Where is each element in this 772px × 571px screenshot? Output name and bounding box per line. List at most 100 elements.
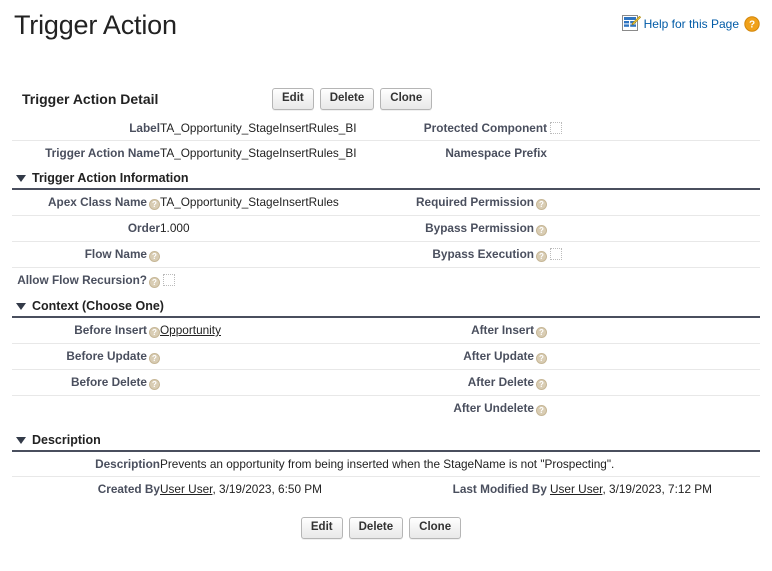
table-row: Allow Flow Recursion?? bbox=[12, 267, 760, 293]
field-value bbox=[547, 395, 760, 421]
table-row: After Undelete? bbox=[12, 395, 760, 421]
delete-button[interactable]: Delete bbox=[319, 88, 375, 110]
field-value bbox=[160, 395, 395, 421]
document-edit-icon bbox=[621, 14, 641, 33]
detail-bar-title: Trigger Action Detail bbox=[22, 91, 159, 107]
bottom-action-buttons: Edit Delete Clone bbox=[12, 517, 760, 539]
field-label: Bypass Permission? bbox=[395, 215, 547, 242]
field-value: TA_Opportunity_StageInsertRules bbox=[160, 195, 339, 209]
section-title: Trigger Action Information bbox=[32, 171, 189, 185]
help-bubble-icon[interactable]: ? bbox=[149, 379, 160, 390]
clone-button-bottom[interactable]: Clone bbox=[409, 517, 462, 539]
field-label: Flow Name? bbox=[12, 241, 160, 268]
svg-text:?: ? bbox=[749, 19, 755, 30]
field-label: Bypass Execution? bbox=[395, 241, 547, 268]
table-row: Before Insert? Opportunity After Insert? bbox=[12, 318, 760, 344]
field-label: Before Insert? bbox=[12, 318, 160, 344]
field-label: Before Delete? bbox=[12, 369, 160, 396]
question-mark-icon[interactable]: ? bbox=[744, 15, 760, 32]
help-bubble-icon[interactable]: ? bbox=[149, 353, 160, 364]
field-label: Allow Flow Recursion?? bbox=[12, 267, 160, 293]
field-value: 1.000 bbox=[160, 215, 395, 242]
help-bubble-icon[interactable]: ? bbox=[149, 251, 160, 262]
field-label: Created By bbox=[12, 476, 160, 501]
field-label: After Delete? bbox=[395, 369, 547, 396]
table-row: Flow Name? Bypass Execution? bbox=[12, 241, 760, 268]
help-for-this-page[interactable]: Help for this Page ? bbox=[621, 14, 760, 33]
help-bubble-icon[interactable]: ? bbox=[536, 225, 547, 236]
description-value: Prevents an opportunity from being inser… bbox=[160, 457, 615, 471]
field-label: Protected Component bbox=[423, 121, 547, 135]
trigger-action-information-table: Apex Class Name? TA_Opportunity_StageIns… bbox=[12, 190, 760, 293]
field-value bbox=[547, 215, 760, 242]
last-modified-timestamp: , 3/19/2023, 7:12 PM bbox=[602, 482, 712, 496]
field-value bbox=[160, 343, 395, 370]
chevron-down-icon[interactable] bbox=[16, 302, 26, 310]
edit-button[interactable]: Edit bbox=[272, 88, 314, 110]
field-label bbox=[395, 267, 547, 293]
help-bubble-icon[interactable]: ? bbox=[149, 199, 160, 210]
opportunity-link[interactable]: Opportunity bbox=[160, 323, 221, 337]
table-row: Before Update? After Update? bbox=[12, 343, 760, 370]
table-row: Trigger Action Name TA_Opportunity_Stage… bbox=[12, 140, 760, 165]
help-bubble-icon[interactable]: ? bbox=[536, 327, 547, 338]
table-row: Label TA_Opportunity_StageInsertRules_BI… bbox=[12, 116, 760, 141]
field-value bbox=[547, 267, 760, 293]
help-bubble-icon[interactable]: ? bbox=[536, 379, 547, 390]
created-by-timestamp: , 3/19/2023, 6:50 PM bbox=[212, 482, 322, 496]
field-label: Before Update? bbox=[12, 343, 160, 370]
field-label: After Update? bbox=[395, 343, 547, 370]
field-label: Last Modified By bbox=[395, 476, 547, 501]
field-value bbox=[160, 241, 395, 268]
section-description: Description Description Prevents an oppo… bbox=[12, 431, 760, 501]
last-modified-by-user-link[interactable]: User User bbox=[550, 482, 602, 496]
delete-button-bottom[interactable]: Delete bbox=[348, 517, 404, 539]
top-fields-table: Label TA_Opportunity_StageInsertRules_BI… bbox=[12, 116, 760, 165]
help-bubble-icon[interactable]: ? bbox=[149, 277, 160, 288]
help-for-this-page-link[interactable]: Help for this Page bbox=[644, 17, 739, 31]
section-header[interactable]: Trigger Action Information bbox=[12, 169, 760, 190]
protected-component-checkbox bbox=[550, 122, 562, 134]
field-value bbox=[547, 318, 760, 344]
created-by-user-link[interactable]: User User bbox=[160, 482, 212, 496]
field-value bbox=[547, 241, 760, 268]
field-value: TA_Opportunity_StageInsertRules_BI bbox=[160, 121, 357, 135]
field-value bbox=[547, 140, 760, 165]
table-row: Before Delete? After Delete? bbox=[12, 369, 760, 396]
field-value bbox=[160, 369, 395, 396]
help-bubble-icon[interactable]: ? bbox=[536, 405, 547, 416]
field-label: Label bbox=[129, 121, 160, 135]
help-bubble-icon[interactable]: ? bbox=[536, 199, 547, 210]
bypass-execution-checkbox bbox=[550, 248, 562, 260]
help-bubble-icon[interactable]: ? bbox=[536, 353, 547, 364]
field-label: Apex Class Name? bbox=[12, 190, 160, 216]
help-bubble-icon[interactable]: ? bbox=[536, 251, 547, 262]
page-header: Trigger Action Help for this Page ? bbox=[0, 0, 772, 58]
clone-button[interactable]: Clone bbox=[380, 88, 433, 110]
field-label bbox=[12, 395, 160, 421]
field-value bbox=[547, 369, 760, 396]
field-value bbox=[547, 190, 760, 216]
detail-action-buttons: Edit Delete Clone bbox=[272, 88, 433, 110]
section-trigger-action-information: Trigger Action Information Apex Class Na… bbox=[12, 169, 760, 293]
help-bubble-icon[interactable]: ? bbox=[149, 327, 160, 338]
section-title: Context (Choose One) bbox=[32, 299, 164, 313]
context-table: Before Insert? Opportunity After Insert?… bbox=[12, 318, 760, 421]
field-value bbox=[160, 267, 395, 293]
section-title: Description bbox=[32, 433, 101, 447]
edit-button-bottom[interactable]: Edit bbox=[300, 517, 343, 539]
description-table: Description Prevents an opportunity from… bbox=[12, 452, 760, 501]
allow-flow-recursion-checkbox bbox=[163, 274, 175, 286]
section-header[interactable]: Context (Choose One) bbox=[12, 297, 760, 318]
field-label: After Insert? bbox=[395, 318, 547, 344]
field-value bbox=[547, 343, 760, 370]
section-header[interactable]: Description bbox=[12, 431, 760, 452]
chevron-down-icon[interactable] bbox=[16, 436, 26, 444]
field-label: After Undelete? bbox=[395, 395, 547, 421]
field-label: Namespace Prefix bbox=[395, 140, 547, 165]
table-row: Order 1.000 Bypass Permission? bbox=[12, 215, 760, 242]
chevron-down-icon[interactable] bbox=[16, 174, 26, 182]
field-value bbox=[547, 116, 760, 141]
field-label: Order bbox=[12, 215, 160, 242]
detail-bar: Trigger Action Detail Edit Delete Clone bbox=[12, 82, 760, 116]
